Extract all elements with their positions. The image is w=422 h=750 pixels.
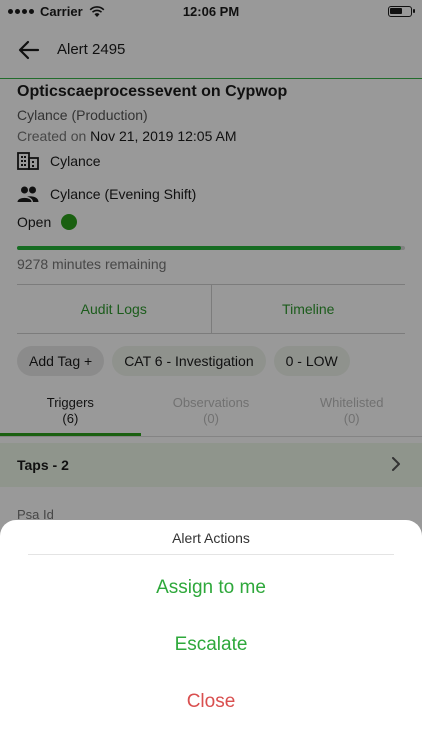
sheet-divider <box>28 554 394 555</box>
alert-actions-sheet: Alert Actions Assign to me Escalate Clos… <box>0 520 422 750</box>
sheet-title: Alert Actions <box>172 530 250 546</box>
escalate-button[interactable]: Escalate <box>0 634 422 656</box>
assign-to-me-button[interactable]: Assign to me <box>0 577 422 599</box>
close-button[interactable]: Close <box>0 691 422 713</box>
